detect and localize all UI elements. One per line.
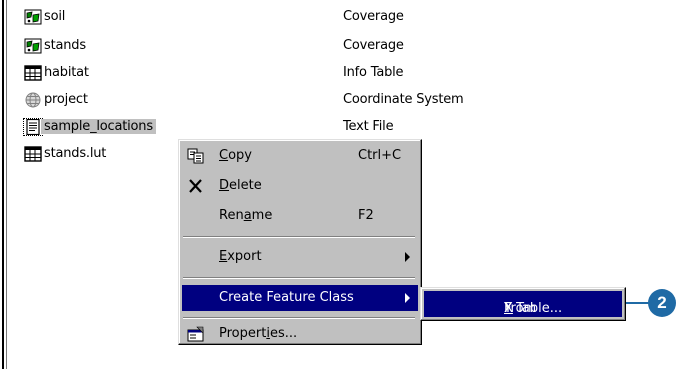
shortcut-label: F2: [358, 208, 374, 223]
coverage-icon: [24, 9, 42, 25]
context-menu: Copy Ctrl+C Delete Rename F2 Export Crea…: [178, 139, 422, 345]
delete-icon: [189, 179, 202, 193]
list-item[interactable]: project Coordinate System: [0, 89, 500, 111]
menu-item-create-feature-class[interactable]: Create Feature Class: [182, 285, 418, 311]
file-name: soil: [44, 9, 66, 24]
file-name: stands: [44, 38, 86, 53]
menu-separator: [183, 317, 415, 319]
copy-icon: [187, 148, 204, 164]
menu-item-label: Create Feature Class: [219, 290, 354, 305]
file-name: habitat: [44, 65, 89, 80]
submenu-arrow-icon: [405, 252, 410, 262]
submenu-arrow-icon: [405, 293, 410, 303]
file-name: stands.lut: [44, 146, 107, 161]
submenu: From XY Table...: [420, 287, 626, 321]
menu-item-rename[interactable]: Rename F2: [182, 203, 418, 229]
menu-item-properties[interactable]: Properties...: [182, 321, 418, 347]
shortcut-label: Ctrl+C: [358, 148, 402, 163]
step-callout-badge: 2: [648, 289, 676, 317]
file-type: Coverage: [343, 38, 404, 53]
menu-item-label: Export: [219, 249, 262, 264]
menu-item-delete[interactable]: Delete: [182, 173, 418, 199]
file-type: Info Table: [343, 65, 404, 80]
coverage-icon: [24, 38, 42, 54]
menu-item-label: Copy: [219, 148, 252, 163]
file-name: sample_locations: [41, 119, 156, 134]
properties-icon: [187, 326, 204, 342]
menu-item-copy[interactable]: Copy Ctrl+C: [182, 143, 418, 169]
list-item[interactable]: stands Coverage: [0, 35, 500, 57]
menu-item-label: Delete: [219, 178, 262, 193]
file-name: project: [44, 92, 88, 107]
globe-icon: [25, 92, 41, 108]
info-table-icon: [24, 65, 42, 81]
file-type: Coordinate System: [343, 92, 464, 107]
menu-separator: [183, 277, 415, 279]
info-table-icon: [24, 146, 42, 162]
file-type: Coverage: [343, 9, 404, 24]
text-file-icon: [23, 118, 43, 136]
file-type: Text File: [343, 119, 394, 134]
menu-item-export[interactable]: Export: [182, 244, 418, 270]
list-item[interactable]: soil Coverage: [0, 6, 500, 28]
menu-item-label: Properties...: [219, 326, 298, 341]
callout-leader-line: [626, 302, 650, 304]
menu-item-label: Rename: [219, 208, 273, 223]
menu-item-from-xy-table[interactable]: From XY Table...: [424, 291, 622, 317]
list-item-selected[interactable]: sample_locations Text File: [0, 116, 500, 138]
menu-separator: [183, 236, 415, 238]
list-item[interactable]: habitat Info Table: [0, 62, 500, 84]
